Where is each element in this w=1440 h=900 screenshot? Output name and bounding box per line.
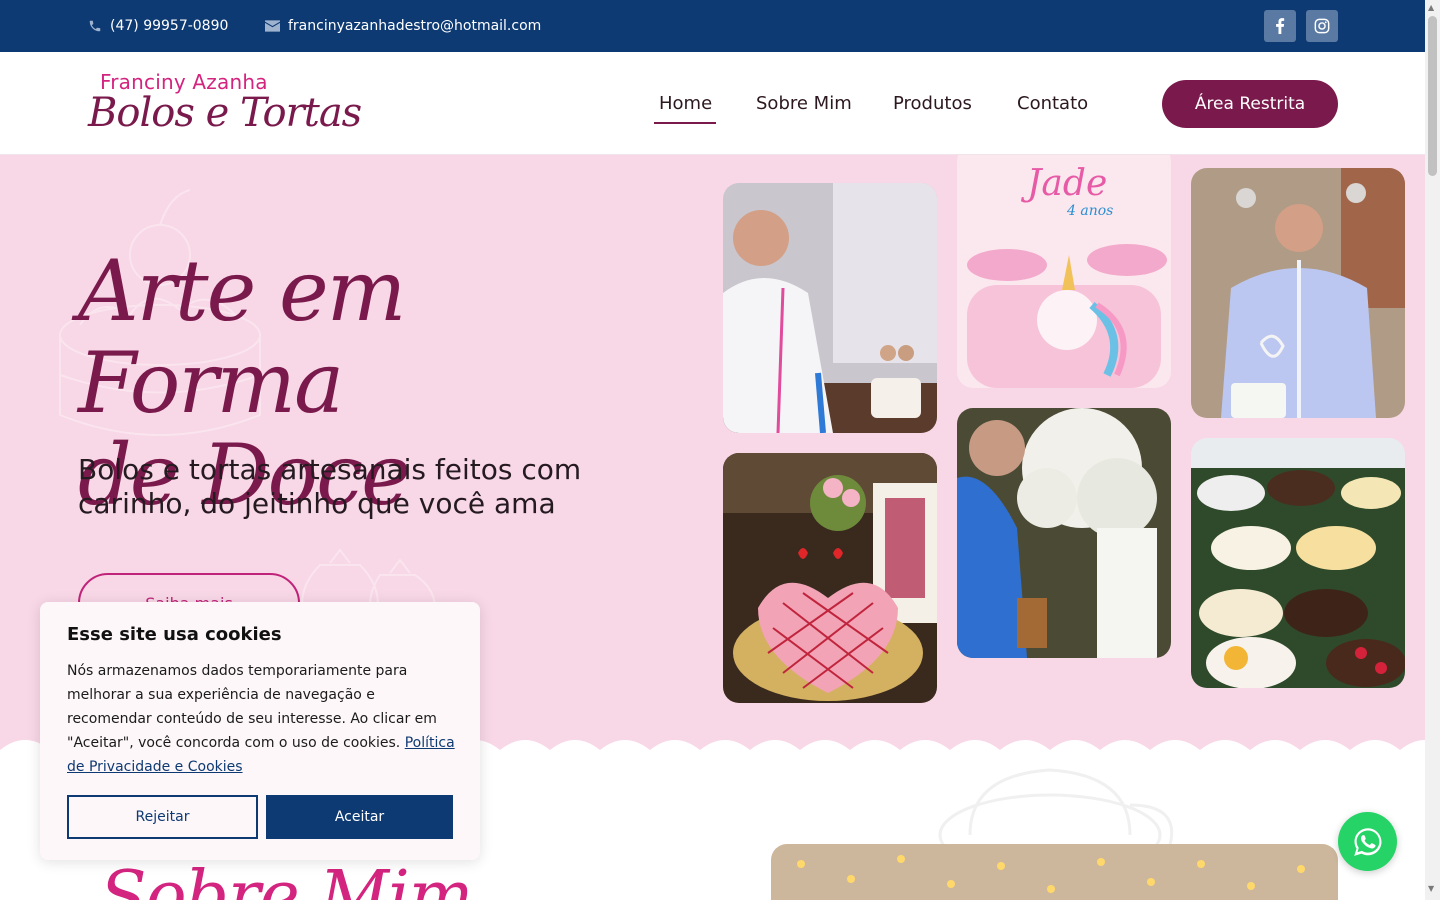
phone-icon xyxy=(89,20,101,32)
nav-contato[interactable]: Contato xyxy=(1017,93,1088,114)
cookie-text: Nós armazenamos dados temporariamente pa… xyxy=(67,659,457,779)
top-contact-bar: (47) 99957-0890 francinyazanhadestro@hot… xyxy=(0,0,1425,52)
facebook-button[interactable] xyxy=(1264,10,1296,42)
email-address: francinyazanhadestro@hotmail.com xyxy=(288,18,542,34)
phone-number: (47) 99957-0890 xyxy=(110,18,229,34)
hero-title-line-1: Arte em Forma xyxy=(78,242,406,432)
desserts-table-photo xyxy=(1191,438,1405,688)
site-logo[interactable]: Franciny Azanha Bolos e Tortas xyxy=(88,70,362,140)
scroll-up-arrow[interactable]: ▲ xyxy=(1428,3,1434,12)
instagram-icon xyxy=(1314,18,1330,34)
active-nav-indicator xyxy=(654,122,716,124)
reject-cookies-button[interactable]: Rejeitar xyxy=(67,795,258,839)
logo-tagline: Bolos e Tortas xyxy=(88,90,362,136)
accept-cookies-button[interactable]: Aceitar xyxy=(266,795,453,839)
cake-topper-name: Jade xyxy=(1020,163,1107,204)
cookie-title: Esse site usa cookies xyxy=(67,624,282,645)
scroll-down-arrow[interactable]: ▼ xyxy=(1428,884,1434,893)
nav-sobre-mim[interactable]: Sobre Mim xyxy=(756,93,852,114)
about-title: Sobre Mim xyxy=(100,857,473,900)
hero-subtitle: Bolos e tortas artesanais feitos com car… xyxy=(78,453,582,520)
nav-produtos[interactable]: Produtos xyxy=(893,93,972,114)
unicorn-cake-photo: Jade 4 anos xyxy=(957,155,1171,388)
facebook-icon xyxy=(1276,18,1285,34)
restricted-area-button[interactable]: Área Restrita xyxy=(1162,80,1338,128)
instagram-button[interactable] xyxy=(1306,10,1338,42)
page-scrollbar[interactable]: ▲ ▼ xyxy=(1425,0,1440,900)
phone-contact[interactable]: (47) 99957-0890 xyxy=(88,0,228,52)
whatsapp-button[interactable] xyxy=(1338,812,1397,871)
envelope-icon xyxy=(265,20,280,32)
cookie-message: Nós armazenamos dados temporariamente pa… xyxy=(67,663,437,751)
heart-cake-photo xyxy=(723,453,937,703)
chef-with-cake-photo xyxy=(1191,168,1405,418)
whatsapp-icon xyxy=(1353,827,1381,856)
wedding-cake-decorating-photo xyxy=(957,408,1171,658)
scroll-thumb[interactable] xyxy=(1428,16,1437,176)
cake-topper-age: 4 anos xyxy=(1066,203,1113,219)
nav-home[interactable]: Home xyxy=(659,93,712,114)
chef-portrait-photo xyxy=(723,183,937,433)
site-header: Franciny Azanha Bolos e Tortas Home Sobr… xyxy=(0,52,1425,155)
about-photo xyxy=(771,844,1338,900)
email-contact[interactable]: francinyazanhadestro@hotmail.com xyxy=(265,0,541,52)
cookie-consent-banner: Esse site usa cookies Nós armazenamos da… xyxy=(40,602,480,860)
